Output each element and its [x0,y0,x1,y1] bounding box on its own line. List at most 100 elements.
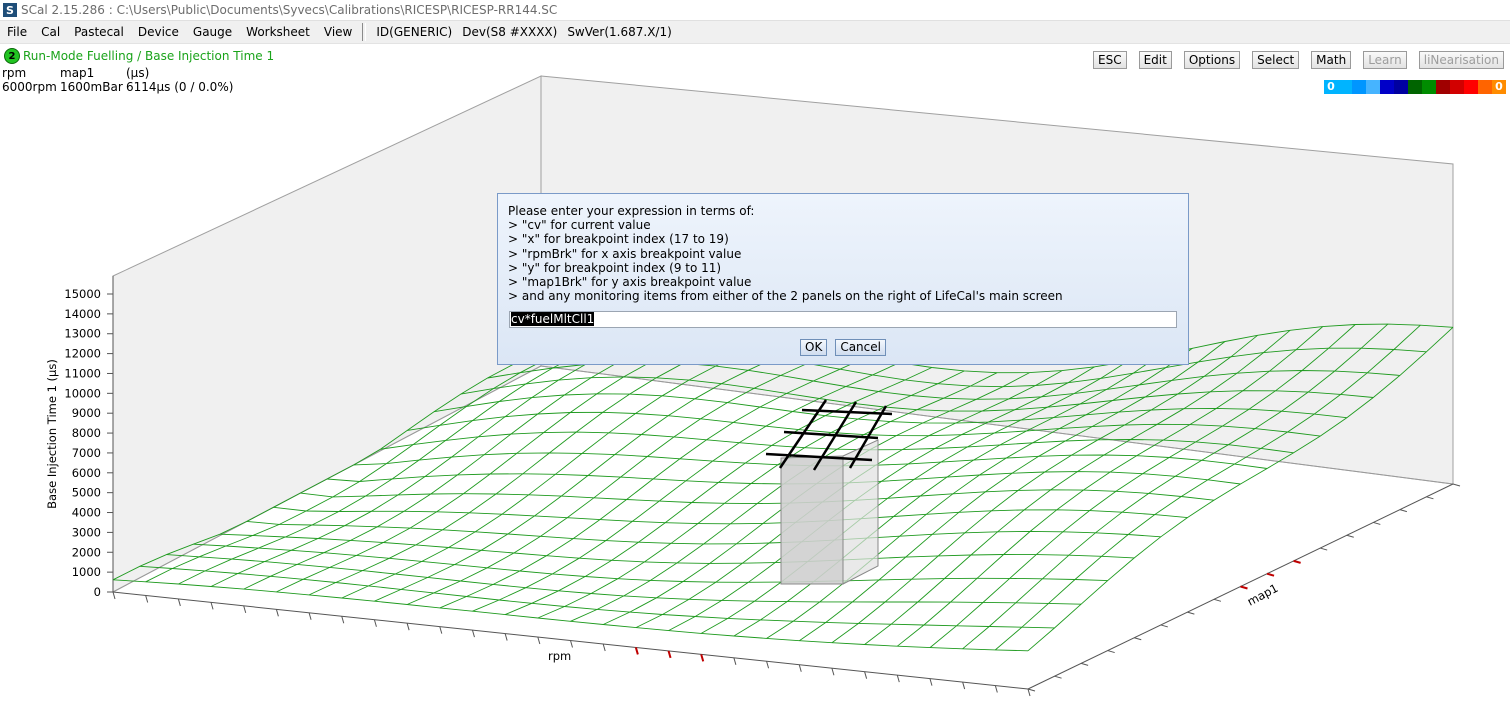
x-tick-mark [373,619,377,627]
color-legend-min: 0 [1324,80,1338,94]
z-tick-label: 11000 [64,366,101,380]
cursor-x-value: 6000rpm [2,80,57,94]
dialog-buttons: OK Cancel [498,339,1188,356]
cancel-button[interactable]: Cancel [835,339,886,356]
x-tick-mark [700,654,705,662]
color-legend-swatch [1366,80,1380,94]
selected-cell-column [780,439,879,585]
status-id: ID(GENERIC) [376,25,453,39]
x-tick-mark [994,685,998,693]
status-device: Dev(S8 #XXXX) [462,25,558,39]
x-tick-mark [439,626,443,634]
color-legend-segments [1338,80,1492,94]
z-axis-ticks: 0 1000 2000 3000 4000 5000 6000 7000 8000 9000 100… [64,287,113,599]
y-tick-mark [1027,688,1036,692]
dialog-line: > "y" for breakpoint index (9 to 11) [508,260,722,275]
x-tick-mark [275,609,279,617]
mode-header: 2 Run-Mode Fuelling / Base Injection Tim… [4,48,274,64]
dialog-line: Please enter your expression in terms of… [508,204,755,218]
menu-cal[interactable]: Cal [34,25,67,39]
x-tick-mark [831,668,835,676]
app-logo-icon: S [3,3,17,17]
z-tick-label: 7000 [72,446,101,460]
y-tick-mark [1187,611,1195,615]
y-tick-mark [1399,509,1408,513]
z-tick-label: 0 [94,585,101,599]
y-axis-name: map1 [60,66,95,80]
y-axis-ticks [1027,483,1461,692]
z-tick-label: 15000 [64,287,101,301]
menu-bar: File Cal Pastecal Device Gauge Worksheet… [0,21,1510,44]
x-tick-mark [471,629,475,638]
menu-device[interactable]: Device [131,25,186,39]
dialog-line: > "x" for breakpoint index (17 to 19) [508,232,729,247]
menu-separator [362,23,367,41]
color-legend-swatch [1436,80,1450,94]
y-tick-mark [1373,521,1381,525]
dialog-instructions: Please enter your expression in terms of… [508,204,1063,303]
color-legend-swatch [1338,80,1352,94]
x-tick-mark [537,636,541,645]
dialog-line: > "map1Brk" for y axis breakpoint value [508,275,752,290]
edit-button[interactable]: Edit [1138,51,1172,69]
menu-pastecal[interactable]: Pastecal [67,25,131,39]
x-tick-mark [341,616,345,624]
x-tick-mark [667,650,672,659]
z-tick-label: 12000 [64,347,101,361]
options-button[interactable]: Options [1183,51,1241,69]
mesh-row-line [246,520,1161,545]
menu-gauge[interactable]: Gauge [186,25,239,39]
x-tick-mark [1027,688,1031,697]
y-tick-mark [1160,624,1168,628]
ok-button[interactable]: OK [800,339,828,356]
x-tick-mark [766,661,770,669]
z-tick-label: 13000 [64,327,101,341]
color-legend-swatch [1422,80,1436,94]
cursor-y-value: 1600mBar [60,80,123,94]
z-unit: (µs) [126,66,150,80]
dialog-line: > "cv" for current value [508,218,651,233]
mode-number-badge: 2 [4,48,20,64]
x-tick-mark [798,664,802,672]
map-editor-area: 0 1000 2000 3000 4000 5000 6000 7000 8000 9000 100… [0,44,1510,710]
y-tick-mark [1426,496,1434,500]
y-axis-label: map1 [1245,581,1281,609]
y-tick-mark [1320,547,1328,551]
y-tick-mark [1213,598,1222,602]
x-tick-mark [864,671,868,679]
surface-plot[interactable]: 0 1000 2000 3000 4000 5000 6000 7000 8000 9000 100… [0,44,1510,710]
mesh-row-line [300,489,1214,505]
menu-view[interactable]: View [317,25,359,39]
x-tick-mark [570,640,573,648]
z-tick-label: 4000 [72,506,101,520]
x-tick-mark [634,647,639,655]
menu-worksheet[interactable]: Worksheet [239,25,317,39]
x-tick-mark [929,678,933,686]
z-tick-label: 8000 [72,426,101,440]
z-tick-label: 9000 [72,406,101,420]
x-tick-mark [602,643,606,652]
z-tick-label: 14000 [64,307,101,321]
math-expression-dialog: Please enter your expression in terms of… [497,193,1189,365]
x-axis-name: rpm [2,66,27,80]
color-legend-swatch [1478,80,1492,94]
select-button[interactable]: Select [1252,51,1300,69]
z-tick-label: 1000 [72,565,101,579]
linearisation-button[interactable]: liNearisation [1418,51,1504,69]
esc-button[interactable]: ESC [1093,51,1127,69]
y-tick-mark [1346,534,1354,538]
expression-input[interactable]: cv*fuelMltCll1 [509,311,1177,328]
math-button[interactable]: Math [1311,51,1352,69]
z-tick-label: 2000 [72,545,101,559]
color-legend-swatch [1450,80,1464,94]
y-tick-mark [1452,483,1461,487]
color-legend-max: 0 [1492,80,1506,94]
z-axis-label: Base Injection Time 1 (µs) [45,359,59,509]
learn-button[interactable]: Learn [1363,51,1407,69]
title-bar: S SCal 2.15.286 : C:\Users\Public\Docume… [0,0,1510,21]
y-tick-mark [1266,572,1275,577]
x-tick-mark [962,681,966,690]
menu-file[interactable]: File [0,25,34,39]
map-toolbar: ESC Edit Options Select Math Learn liNea… [1081,51,1504,69]
mesh-row-line [139,565,1055,629]
